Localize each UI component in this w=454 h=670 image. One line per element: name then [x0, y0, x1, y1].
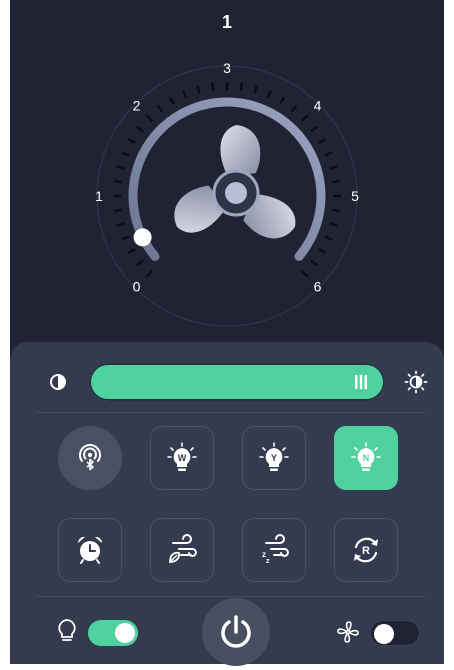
- sleep-wind-icon: z z: [262, 534, 289, 565]
- fan-icon: [337, 621, 359, 643]
- dial-tick: [182, 90, 188, 99]
- dial-tick: [145, 270, 153, 278]
- dial-tick: [113, 208, 123, 213]
- dial-tick: [116, 222, 125, 227]
- left-border: [0, 0, 10, 670]
- dial-tick: [127, 137, 136, 145]
- yellow-light-button[interactable]: Y: [242, 426, 306, 490]
- toggle-knob: [115, 623, 135, 643]
- dial-tick: [266, 90, 272, 99]
- reverse-button[interactable]: R: [334, 518, 398, 582]
- dial-tick: [127, 247, 136, 255]
- half-circle-icon: [50, 374, 66, 390]
- power-icon: [221, 615, 251, 648]
- dial-tick: [121, 235, 130, 241]
- dial-label: 0: [133, 279, 141, 295]
- dial-tick: [318, 137, 327, 145]
- dial-tick: [116, 165, 125, 170]
- dial-tick: [253, 85, 258, 94]
- dial-tick: [278, 96, 286, 105]
- dial-label: 1: [95, 188, 103, 204]
- reverse-rotation-icon: R: [354, 537, 378, 563]
- dial-tick: [121, 151, 130, 157]
- svg-text:N: N: [363, 453, 370, 463]
- bottom-bar: [10, 594, 444, 666]
- brightness-slider[interactable]: [89, 363, 385, 401]
- control-panel: W Y N z z R: [10, 342, 444, 666]
- bluetooth-button[interactable]: [58, 426, 122, 490]
- dial-tick: [329, 165, 338, 170]
- speed-knob[interactable]: [133, 228, 152, 247]
- dial-tick: [168, 96, 176, 105]
- svg-text:R: R: [362, 545, 370, 557]
- svg-text:W: W: [178, 453, 187, 463]
- dial-tick: [301, 114, 309, 122]
- dial-label: 2: [133, 97, 141, 113]
- dial-tick: [135, 125, 144, 133]
- neutral-light-button[interactable]: N: [334, 426, 398, 490]
- bulb-icon: W: [167, 442, 197, 471]
- timer-button[interactable]: [58, 518, 122, 582]
- leaf-wind-icon: [169, 534, 197, 563]
- power-button[interactable]: [202, 598, 270, 666]
- fan-blades-icon: [174, 125, 296, 239]
- sun-icon: [404, 370, 428, 394]
- dial-tick: [324, 235, 333, 241]
- dial-tick: [196, 85, 201, 94]
- dial-tick: [324, 151, 333, 157]
- dial-tick: [301, 270, 309, 278]
- brightness-row: [10, 342, 444, 412]
- bluetooth-signal-icon: [79, 444, 101, 471]
- fan-toggle[interactable]: [370, 620, 420, 646]
- dial-tick: [156, 104, 164, 113]
- fan-dial-area: 1 0 1 2 3 4 5 6: [10, 0, 444, 380]
- warm-light-button[interactable]: W: [150, 426, 214, 490]
- dial-tick: [145, 114, 153, 122]
- bulb-outline-icon: [58, 619, 76, 641]
- right-border: [444, 0, 454, 670]
- dial-tick: [239, 82, 244, 92]
- dial-tick: [113, 179, 123, 184]
- dial-label: 6: [314, 279, 322, 295]
- dial-tick: [329, 222, 338, 227]
- light-toggle[interactable]: [88, 620, 138, 646]
- dial-tick: [310, 125, 319, 133]
- bulb-icon: N: [351, 442, 381, 471]
- svg-text:z: z: [266, 558, 270, 565]
- dial-tick: [290, 104, 298, 113]
- bulb-icon: Y: [259, 442, 289, 471]
- dial-tick: [331, 179, 341, 184]
- sleep-wind-button[interactable]: z z: [242, 518, 306, 582]
- dial-tick: [210, 82, 215, 92]
- dial-tick: [310, 259, 319, 267]
- grip-lines-icon[interactable]: [353, 374, 369, 390]
- svg-text:Y: Y: [271, 453, 277, 463]
- alarm-clock-icon: [77, 536, 103, 564]
- dial-tick: [331, 208, 341, 213]
- dial-label: 3: [223, 60, 231, 76]
- dial-tick: [318, 247, 327, 255]
- natural-wind-button[interactable]: [150, 518, 214, 582]
- dial-label: 4: [314, 97, 322, 113]
- speed-dial[interactable]: 0 1 2 3 4 5 6: [10, 0, 444, 340]
- toggle-knob: [374, 624, 394, 644]
- dial-tick: [135, 259, 144, 267]
- dial-label: 5: [351, 188, 359, 204]
- divider: [36, 412, 426, 413]
